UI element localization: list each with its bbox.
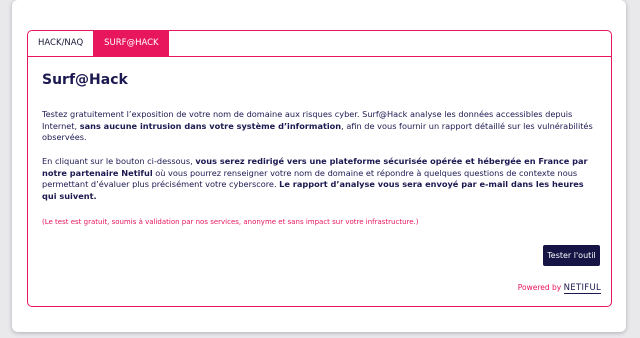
test-tool-button[interactable]: Tester l'outil (543, 245, 600, 266)
tab-hack-naq[interactable]: HACK/NAQ (28, 31, 95, 56)
intro-paragraph: Testez gratuitement l’exposition de votr… (42, 109, 597, 144)
page-title: Surf@Hack (42, 72, 128, 88)
disclaimer-note: (Le test est gratuit, soumis à validatio… (42, 218, 419, 226)
powered-by-label: Powered by (517, 283, 562, 292)
tab-bar: HACK/NAQ SURF@HACK (28, 31, 169, 56)
content-panel: HACK/NAQ SURF@HACK Surf@Hack Testez grat… (27, 30, 612, 307)
intro-bold-1: sans aucune intrusion dans votre système… (79, 120, 342, 131)
tab-surf-hack[interactable]: SURF@HACK (94, 31, 169, 56)
redirect-paragraph: En cliquant sur le bouton ci-dessous, vo… (42, 156, 597, 202)
netiful-logo[interactable]: NETIFUL (563, 283, 601, 294)
tab-divider (28, 56, 611, 57)
powered-by: Powered by NETIFUL (517, 283, 601, 294)
widget-container: HACK/NAQ SURF@HACK Surf@Hack Testez grat… (12, 0, 626, 332)
redirect-text-1: En cliquant sur le bouton ci-dessous, (42, 156, 196, 166)
